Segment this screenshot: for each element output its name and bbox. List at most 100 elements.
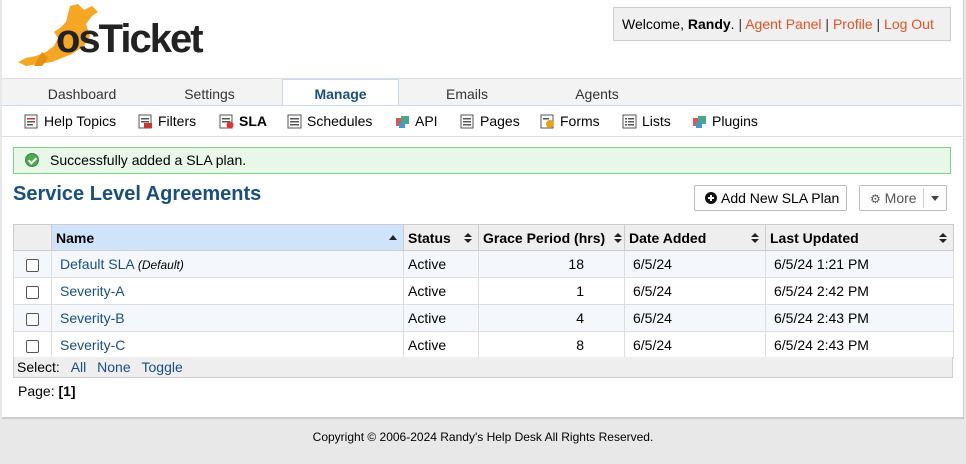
plus-circle-icon — [705, 192, 717, 204]
header-label: Last Updated — [770, 229, 859, 246]
date-added-cell: 6/5/24 — [624, 331, 766, 359]
subnav-pages[interactable]: Pages — [460, 111, 520, 131]
sla-name-link[interactable]: Severity-B — [56, 310, 125, 326]
select-none-link[interactable]: None — [97, 359, 130, 375]
status-cell: Active — [403, 277, 479, 305]
pagination: Page: [1] — [18, 383, 76, 399]
pages-icon — [460, 114, 474, 129]
more-dropdown-button[interactable]: ⚙ More — [859, 185, 947, 211]
sla-name-link[interactable]: Severity-A — [56, 283, 125, 299]
agent-panel-link[interactable]: Agent Panel — [745, 16, 821, 32]
subnav-filters[interactable]: Filters — [138, 111, 196, 131]
filters-icon — [138, 114, 152, 129]
page-label: Page: — [18, 383, 55, 399]
subnav-label: Lists — [642, 113, 671, 129]
subnav-label: Plugins — [712, 113, 758, 129]
welcome-prefix: Welcome, — [622, 16, 688, 32]
sla-name-link[interactable]: Severity-C — [56, 337, 125, 353]
forms-icon — [540, 114, 554, 129]
table-header-row: Name Status Grace Period (hrs) Date Adde… — [13, 224, 954, 251]
header-label: Date Added — [629, 229, 707, 246]
date-added-cell: 6/5/24 — [624, 304, 766, 332]
osticket-logo[interactable]: osTicket — [12, 2, 217, 70]
sub-nav: Help Topics Filters SLA Schedules API Pa… — [2, 105, 962, 137]
subnav-label: Forms — [560, 113, 600, 129]
table-row: Severity-A Active 1 6/5/24 6/5/24 2:42 P… — [13, 277, 954, 305]
row-checkbox[interactable] — [26, 285, 39, 299]
notice-text: Successfully added a SLA plan. — [50, 152, 247, 168]
current-page[interactable]: [1] — [58, 383, 75, 399]
button-divider — [923, 188, 924, 208]
sort-icon — [751, 233, 759, 243]
column-header-name[interactable]: Name — [51, 224, 404, 251]
grace-period-cell: 1 — [478, 277, 625, 305]
subnav-plugins[interactable]: Plugins — [692, 111, 758, 131]
subnav-label: API — [415, 113, 438, 129]
checkmark-icon — [25, 153, 39, 167]
sort-icon — [939, 233, 947, 243]
sla-table: Name Status Grace Period (hrs) Date Adde… — [13, 224, 954, 359]
subnav-api[interactable]: API — [395, 111, 438, 131]
separator: | — [876, 16, 881, 32]
help-topics-icon — [24, 114, 38, 129]
separator: | — [825, 16, 830, 32]
main-nav: Dashboard Settings Manage Emails Agents — [2, 78, 962, 106]
sort-ascending-icon — [389, 235, 397, 240]
last-updated-cell: 6/5/24 1:21 PM — [765, 250, 954, 278]
api-icon — [396, 116, 409, 128]
row-checkbox[interactable] — [26, 258, 39, 272]
status-cell: Active — [403, 250, 479, 278]
success-notice: Successfully added a SLA plan. — [13, 147, 951, 174]
column-header-date-added[interactable]: Date Added — [624, 224, 766, 251]
tab-settings[interactable]: Settings — [147, 82, 272, 106]
tab-dashboard[interactable]: Dashboard — [17, 82, 147, 106]
more-button-label: More — [884, 190, 917, 206]
select-all-link[interactable]: All — [71, 359, 87, 375]
page-title: Service Level Agreements — [13, 183, 262, 205]
header-label: Name — [56, 229, 95, 246]
tab-agents[interactable]: Agents — [537, 82, 657, 106]
plugins-icon — [693, 116, 706, 128]
header-label: Status — [408, 229, 451, 246]
grace-period-cell: 18 — [478, 250, 625, 278]
caret-down-icon — [931, 196, 939, 201]
add-sla-plan-button[interactable]: Add New SLA Plan — [694, 185, 847, 211]
user-welcome-bar: Welcome, Randy. | Agent Panel | Profile … — [613, 7, 951, 41]
sla-name-link[interactable]: Default SLA — [56, 256, 134, 272]
subnav-help-topics[interactable]: Help Topics — [24, 111, 116, 131]
last-updated-cell: 6/5/24 2:43 PM — [765, 304, 954, 332]
subnav-label: Help Topics — [44, 113, 117, 129]
sort-icon — [464, 233, 472, 243]
row-checkbox[interactable] — [26, 312, 39, 326]
select-column-header — [13, 224, 52, 251]
subnav-forms[interactable]: Forms — [540, 111, 600, 131]
status-cell: Active — [403, 331, 479, 359]
tab-emails[interactable]: Emails — [407, 82, 527, 106]
header-label: Grace Period (hrs) — [483, 229, 606, 246]
add-button-label: Add New SLA Plan — [721, 190, 840, 206]
subnav-label: SLA — [239, 113, 267, 129]
subnav-schedules[interactable]: Schedules — [287, 111, 372, 131]
logout-link[interactable]: Log Out — [884, 16, 934, 32]
row-checkbox[interactable] — [26, 339, 39, 353]
tab-manage[interactable]: Manage — [282, 79, 399, 106]
select-toggle-link[interactable]: Toggle — [142, 359, 183, 375]
table-row: Severity-C Active 8 6/5/24 6/5/24 2:43 P… — [13, 331, 954, 359]
username: Randy — [687, 16, 731, 32]
subnav-sla[interactable]: SLA — [219, 111, 267, 131]
grace-period-cell: 4 — [478, 304, 625, 332]
kangaroo-logo-icon: osTicket — [18, 4, 205, 66]
separator: | — [738, 16, 743, 32]
footer-copyright: Copyright © 2006-2024 Randy's Help Desk … — [312, 430, 654, 444]
column-header-last-updated[interactable]: Last Updated — [765, 224, 954, 251]
sla-icon — [219, 114, 234, 129]
column-header-grace-period[interactable]: Grace Period (hrs) — [478, 224, 625, 251]
select-controls: Select: All None Toggle — [13, 357, 953, 378]
subnav-label: Filters — [158, 113, 197, 129]
profile-link[interactable]: Profile — [833, 16, 873, 32]
column-header-status[interactable]: Status — [403, 224, 479, 251]
table-row: Default SLA (Default) Active 18 6/5/24 6… — [13, 250, 954, 278]
subnav-lists[interactable]: Lists — [622, 111, 671, 131]
logo-text: osTicket — [56, 17, 203, 61]
status-cell: Active — [403, 304, 479, 332]
